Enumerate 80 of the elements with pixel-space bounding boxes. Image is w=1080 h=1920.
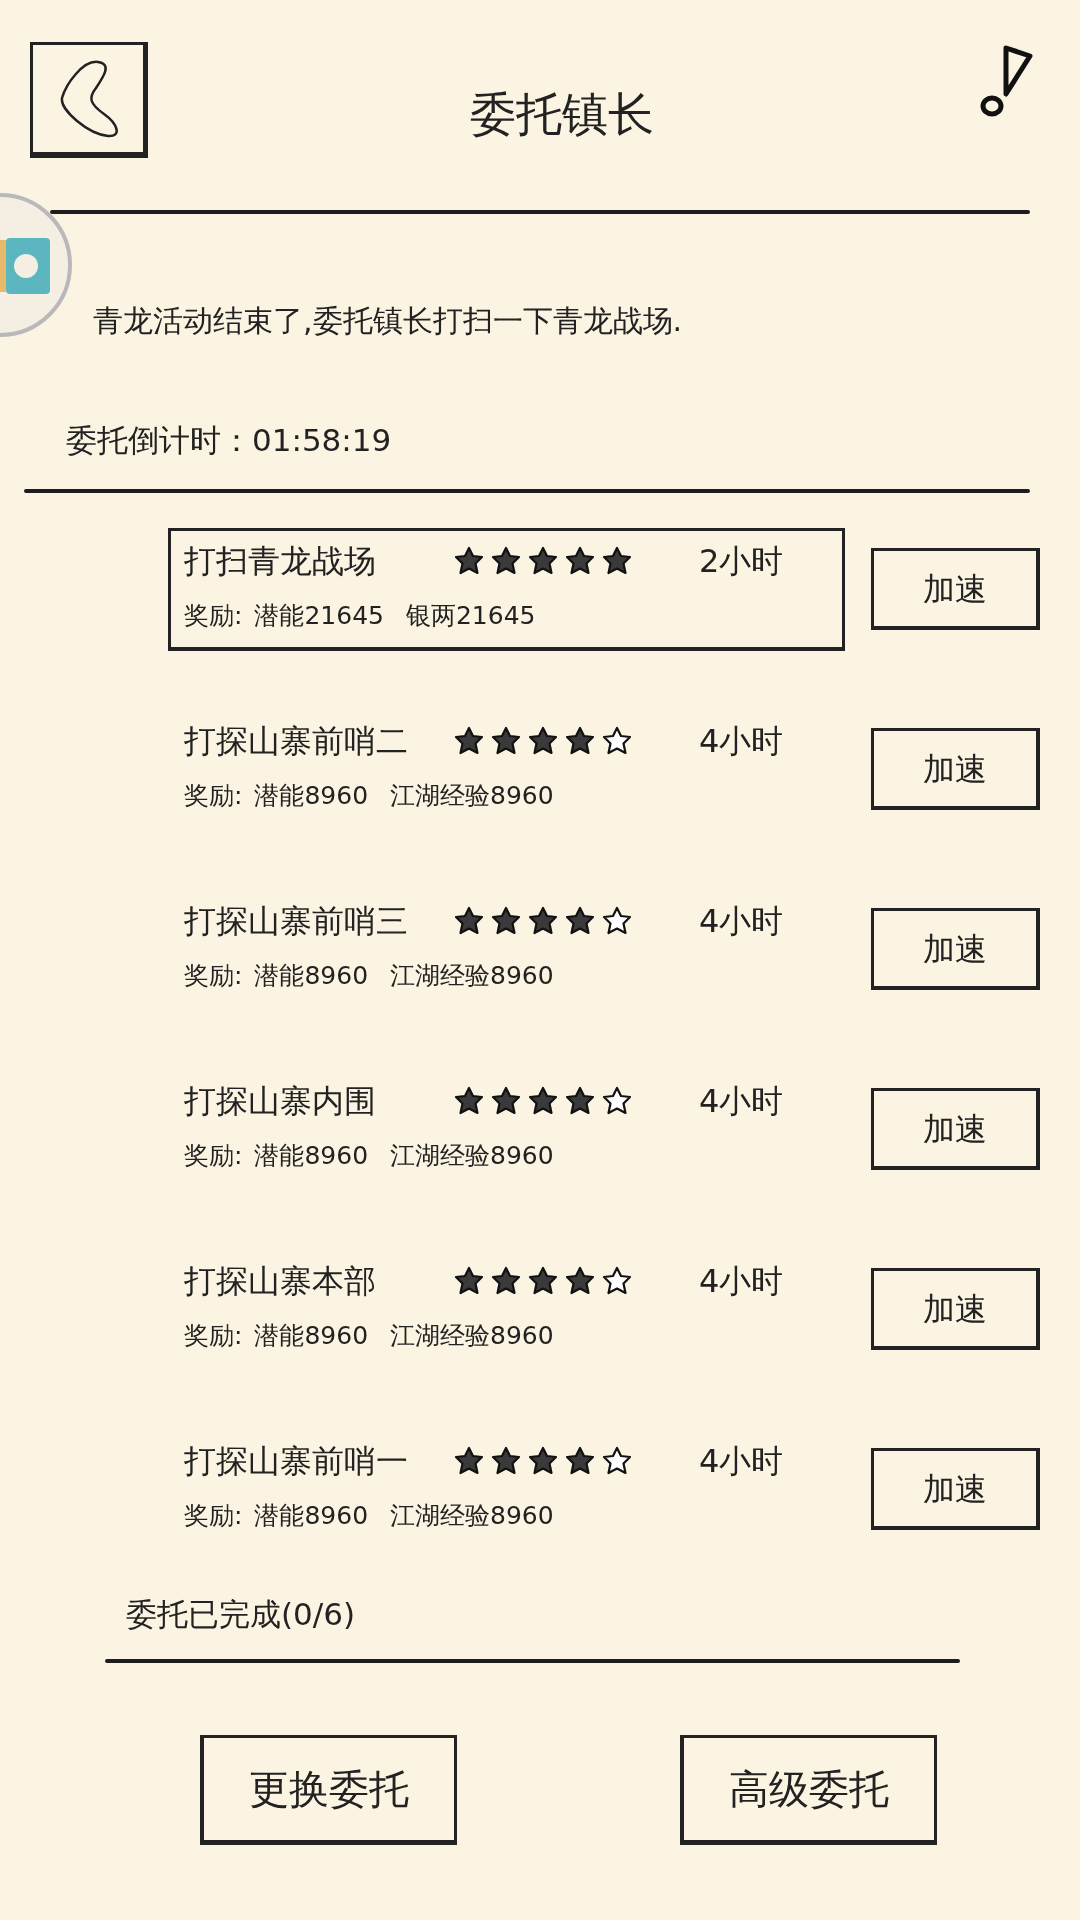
speed-up-button[interactable]: 加速 [871,728,1040,810]
reward-label: 奖励: [184,600,243,632]
task-duration: 4小时 [699,1261,784,1302]
task-name: 打探山寨本部 [184,1261,377,1302]
task-card[interactable]: 打探山寨前哨一 4小时 奖励: 潜能8960 江湖经验8960 [168,1428,845,1551]
filled-star-icon [565,726,595,756]
description-text: 青龙活动结束了,委托镇长打扫一下青龙战场. [93,302,683,340]
page-title: 委托镇长 [469,86,655,143]
filled-star-icon [565,546,595,576]
reward-label: 奖励: [184,1140,243,1172]
reward-text: 潜能8960 [254,1140,369,1172]
task-card[interactable]: 打探山寨本部 4小时 奖励: 潜能8960 江湖经验8960 [168,1248,845,1371]
filled-star-icon [565,1266,595,1296]
task-name: 打探山寨前哨一 [184,1441,409,1482]
speed-up-button[interactable]: 加速 [871,1448,1040,1530]
reward-text: 江湖经验8960 [390,1500,554,1532]
task-name: 打探山寨前哨三 [184,901,409,942]
filled-star-icon [454,726,484,756]
reward-text: 潜能8960 [254,1500,369,1532]
countdown-time: 01:58:19 [252,421,392,460]
reward-label: 奖励: [184,960,243,992]
task-duration: 4小时 [699,1081,784,1122]
filled-star-icon [565,1446,595,1476]
commission-button[interactable]: 更换委托 [200,1735,457,1845]
filled-star-icon [528,906,558,936]
commission-button[interactable]: 高级委托 [680,1735,937,1845]
filled-star-icon [491,546,521,576]
filled-star-icon [454,1446,484,1476]
speed-up-button[interactable]: 加速 [871,1268,1040,1350]
reward-text: 潜能8960 [254,960,369,992]
filled-star-icon [565,1086,595,1116]
filled-star-icon [528,1266,558,1296]
reward-label: 奖励: [184,1320,243,1352]
empty-star-icon [602,1086,632,1116]
task-name: 打探山寨内围 [184,1081,377,1122]
filled-star-icon [602,546,632,576]
speed-up-button[interactable]: 加速 [871,1088,1040,1170]
reward-text: 江湖经验8960 [390,1140,554,1172]
reward-text: 潜能8960 [254,1320,369,1352]
completed-count: 委托已完成(0/6) [126,1595,356,1634]
task-card[interactable]: 打探山寨前哨二 4小时 奖励: 潜能8960 江湖经验8960 [168,708,845,831]
reward-text: 银两21645 [405,600,536,632]
filled-star-icon [454,546,484,576]
task-name: 打探山寨前哨二 [184,721,409,762]
empty-star-icon [602,1446,632,1476]
reward-text: 江湖经验8960 [390,960,554,992]
task-duration: 2小时 [699,541,784,582]
filled-star-icon [491,1266,521,1296]
filled-star-icon [454,906,484,936]
speed-up-button[interactable]: 加速 [871,908,1040,990]
countdown-label: 委托倒计时： [66,421,252,460]
empty-star-icon [602,726,632,756]
back-button[interactable] [30,42,148,158]
empty-star-icon [602,1266,632,1296]
filled-star-icon [491,1446,521,1476]
reward-text: 潜能8960 [254,780,369,812]
task-duration: 4小时 [699,1441,784,1482]
reward-text: 江湖经验8960 [390,780,554,812]
task-duration: 4小时 [699,721,784,762]
task-duration: 4小时 [699,901,784,942]
task-card[interactable]: 打扫青龙战场 2小时 奖励: 潜能21645 银两21645 [168,528,845,651]
filled-star-icon [454,1266,484,1296]
reward-label: 奖励: [184,1500,243,1532]
filled-star-icon [565,906,595,936]
filled-star-icon [454,1086,484,1116]
filled-star-icon [491,1086,521,1116]
filled-star-icon [528,1446,558,1476]
reward-text: 潜能21645 [254,600,384,632]
reward-label: 奖励: [184,780,243,812]
filled-star-icon [491,726,521,756]
task-card[interactable]: 打探山寨内围 4小时 奖励: 潜能8960 江湖经验8960 [168,1068,845,1191]
speed-up-button[interactable]: 加速 [871,548,1040,630]
filled-star-icon [491,906,521,936]
reward-text: 江湖经验8960 [390,1320,554,1352]
empty-star-icon [602,906,632,936]
filled-star-icon [528,726,558,756]
filled-star-icon [528,1086,558,1116]
task-name: 打扫青龙战场 [184,541,377,582]
filled-star-icon [528,546,558,576]
task-card[interactable]: 打探山寨前哨三 4小时 奖励: 潜能8960 江湖经验8960 [168,888,845,1011]
